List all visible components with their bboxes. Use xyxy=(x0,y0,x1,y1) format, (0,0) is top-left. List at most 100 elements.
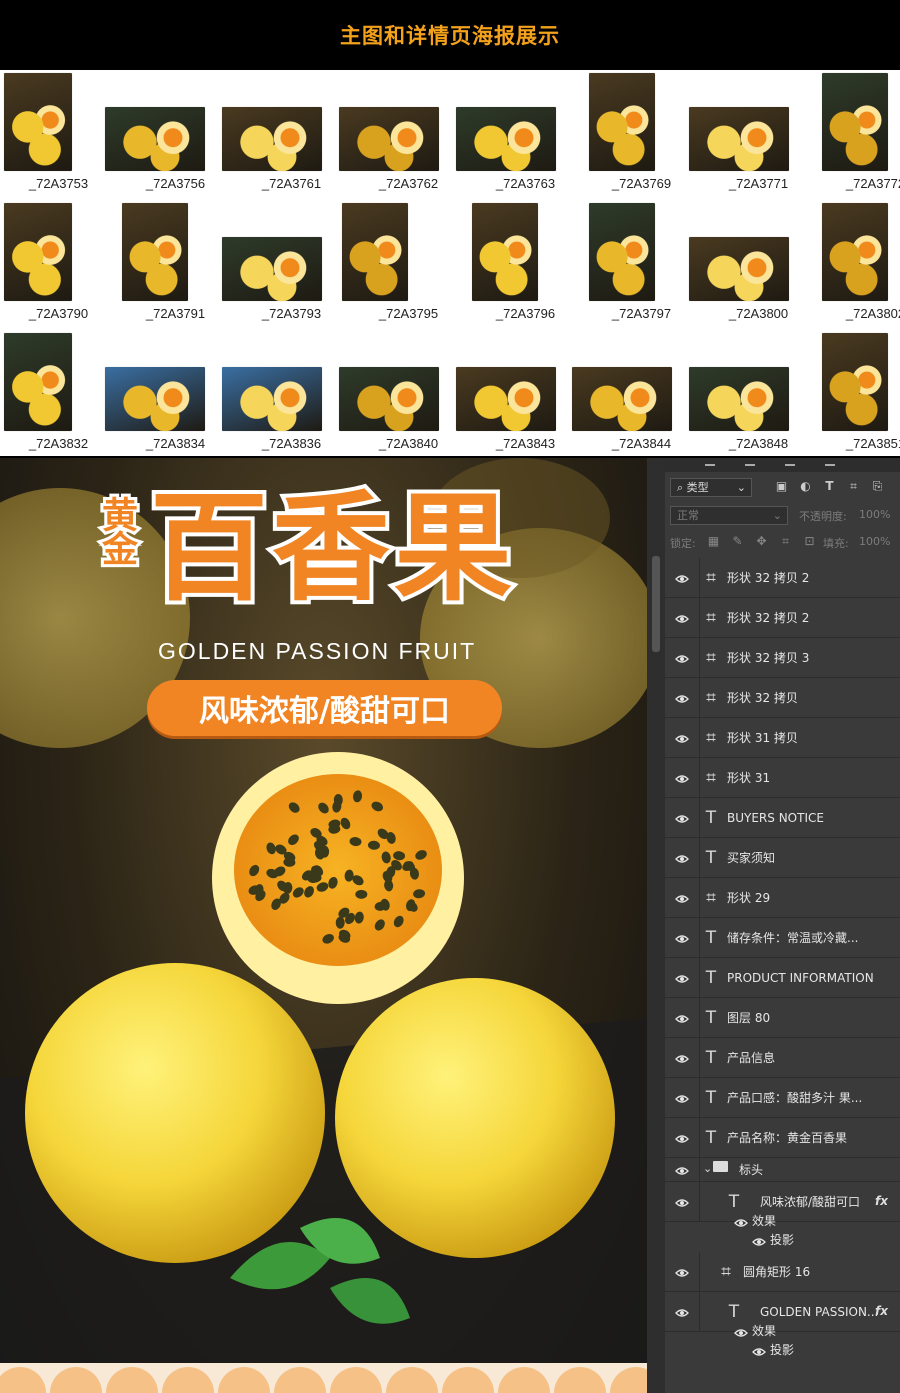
visibility-eye-icon[interactable] xyxy=(675,813,689,823)
visibility-eye-icon[interactable] xyxy=(675,973,689,983)
visibility-eye-icon[interactable] xyxy=(675,613,689,623)
adjustment-filter-icon[interactable]: ◐ xyxy=(799,480,812,493)
visibility-eye-icon[interactable] xyxy=(675,1267,689,1277)
fill-value[interactable]: 100% xyxy=(859,535,890,548)
visibility-eye-icon[interactable] xyxy=(675,1133,689,1143)
layer-row[interactable]: T 图层 80 xyxy=(665,998,900,1038)
layer-effect-item-row[interactable]: 投影 xyxy=(665,1231,900,1250)
poster-subtitle-en: GOLDEN PASSION FRUIT xyxy=(158,638,477,664)
thumbnail-item[interactable]: _72A3771 xyxy=(689,70,817,198)
visibility-eye-icon[interactable] xyxy=(675,1093,689,1103)
thumbnail-item[interactable]: _72A3791 xyxy=(117,200,234,328)
thumbnail-item[interactable]: _72A3772 xyxy=(817,70,900,198)
thumbnail-filename: _72A3797 xyxy=(611,306,672,321)
visibility-eye-icon[interactable] xyxy=(734,1327,746,1336)
lock-row: 锁定: ▦ ✎ ✥ ⌗ ⊡ 填充: 100% xyxy=(665,529,900,556)
layer-row[interactable]: ⌗ 形状 32 拷贝 2 xyxy=(665,598,900,638)
visibility-eye-icon[interactable] xyxy=(752,1236,764,1245)
visibility-eye-icon[interactable] xyxy=(675,653,689,663)
visibility-eye-icon[interactable] xyxy=(734,1217,746,1226)
thumbnail-item[interactable]: _72A3843 xyxy=(456,330,584,458)
fx-icon[interactable]: fx xyxy=(875,1304,888,1318)
thumbnail-item[interactable]: _72A3848 xyxy=(689,330,817,458)
lock-brush-icon[interactable]: ✎ xyxy=(731,535,744,548)
layer-effects-row[interactable]: 效果 xyxy=(665,1322,900,1341)
layer-effects-row[interactable]: 效果 xyxy=(665,1212,900,1231)
layer-row[interactable]: ⌗ 形状 31 拷贝 xyxy=(665,718,900,758)
thumbnail-image xyxy=(689,367,789,431)
layer-row[interactable]: T 产品信息 xyxy=(665,1038,900,1078)
layer-row[interactable]: T 产品名称：黄金百香果 xyxy=(665,1118,900,1158)
thumbnail-item[interactable]: _72A3761 xyxy=(222,70,350,198)
opacity-value[interactable]: 100% xyxy=(859,508,890,521)
text-filter-icon[interactable]: T xyxy=(823,480,836,493)
visibility-eye-icon[interactable] xyxy=(675,933,689,943)
thumbnail-image xyxy=(572,367,672,431)
thumbnail-item[interactable]: _72A3795 xyxy=(342,200,467,328)
thumbnail-item[interactable]: _72A3797 xyxy=(583,200,700,328)
layer-row[interactable]: ⌗ 形状 32 拷贝 xyxy=(665,678,900,718)
layer-name: BUYERS NOTICE xyxy=(727,810,824,825)
layer-row[interactable]: ⌗ 圆角矩形 16 xyxy=(665,1252,900,1292)
layer-row[interactable]: T 买家须知 xyxy=(665,838,900,878)
visibility-eye-icon[interactable] xyxy=(675,1053,689,1063)
thumbnail-item[interactable]: _72A3802 xyxy=(817,200,900,328)
layer-effect-item-row[interactable]: 投影 xyxy=(665,1341,900,1360)
thumbnail-item[interactable]: _72A3753 xyxy=(0,70,117,198)
thumbnail-item[interactable]: _72A3763 xyxy=(456,70,584,198)
thumbnail-item[interactable]: _72A3756 xyxy=(105,70,234,198)
thumbnail-image xyxy=(456,107,556,171)
blend-mode-select[interactable]: 正常 ⌄ xyxy=(670,506,788,525)
thumbnail-item[interactable]: _72A3834 xyxy=(105,330,234,458)
thumbnail-item[interactable]: _72A3836 xyxy=(222,330,350,458)
lock-artboard-icon[interactable]: ⌗ xyxy=(779,535,792,548)
layer-row[interactable]: ⌗ 形状 32 拷贝 3 xyxy=(665,638,900,678)
visibility-eye-icon[interactable] xyxy=(675,1197,689,1207)
panel-scrollbar[interactable] xyxy=(647,458,665,1393)
layer-name: 形状 32 拷贝 2 xyxy=(727,610,810,625)
visibility-eye-icon[interactable] xyxy=(675,1165,689,1175)
visibility-eye-icon[interactable] xyxy=(675,1013,689,1023)
layer-row[interactable]: ⌗ 形状 29 xyxy=(665,878,900,918)
layer-name: 买家须知 xyxy=(727,850,776,865)
layer-group-row[interactable]: ⌄ 标头 xyxy=(665,1158,900,1182)
visibility-eye-icon[interactable] xyxy=(675,1307,689,1317)
layer-row[interactable]: T 产品口感：酸甜多汁 果... xyxy=(665,1078,900,1118)
layer-row[interactable]: T BUYERS NOTICE xyxy=(665,798,900,838)
header-banner: 主图和详情页海报展示 xyxy=(0,0,900,70)
thumbnail-item[interactable]: _72A3790 xyxy=(0,200,117,328)
lock-transparent-icon[interactable]: ▦ xyxy=(707,535,720,548)
thumbnail-item[interactable]: _72A3793 xyxy=(222,200,350,328)
thumbnail-filename: _72A3800 xyxy=(728,306,789,321)
layer-row[interactable]: T PRODUCT INFORMATION xyxy=(665,958,900,998)
folder-icon xyxy=(713,1161,728,1172)
filter-kind-select[interactable]: ⌕ 类型 ⌄ xyxy=(670,478,752,497)
visibility-eye-icon[interactable] xyxy=(675,573,689,583)
image-filter-icon[interactable]: ▣ xyxy=(775,480,788,493)
thumbnail-item[interactable]: _72A3769 xyxy=(583,70,700,198)
visibility-eye-icon[interactable] xyxy=(675,693,689,703)
thumbnail-item[interactable]: _72A3762 xyxy=(339,70,467,198)
fx-icon[interactable]: fx xyxy=(875,1194,888,1208)
shape-filter-icon[interactable]: ⌗ xyxy=(847,480,860,493)
thumbnail-item[interactable]: _72A3800 xyxy=(689,200,817,328)
layer-row[interactable]: ⌗ 形状 31 xyxy=(665,758,900,798)
visibility-eye-icon[interactable] xyxy=(675,773,689,783)
thumbnail-item[interactable]: _72A3796 xyxy=(467,200,584,328)
lock-move-icon[interactable]: ✥ xyxy=(755,535,768,548)
thumbnail-item[interactable]: _72A3840 xyxy=(339,330,467,458)
visibility-eye-icon[interactable] xyxy=(752,1346,764,1355)
smart-object-filter-icon[interactable]: ⎘ xyxy=(871,480,884,493)
visibility-eye-icon[interactable] xyxy=(675,893,689,903)
panel-tabs[interactable] xyxy=(665,458,900,472)
lock-all-icon[interactable]: ⊡ xyxy=(803,535,816,548)
visibility-eye-icon[interactable] xyxy=(675,853,689,863)
visibility-eye-icon[interactable] xyxy=(675,733,689,743)
layer-row[interactable]: ⌗ 形状 32 拷贝 2 xyxy=(665,558,900,598)
chevron-down-icon[interactable]: ⌄ xyxy=(703,1162,712,1175)
thumbnail-filename: _72A3844 xyxy=(611,436,672,451)
thumbnail-item[interactable]: _72A3844 xyxy=(572,330,700,458)
thumbnail-item[interactable]: _72A3851 xyxy=(817,330,900,458)
thumbnail-item[interactable]: _72A3832 xyxy=(0,330,117,458)
layer-row[interactable]: T 储存条件：常温或冷藏... xyxy=(665,918,900,958)
